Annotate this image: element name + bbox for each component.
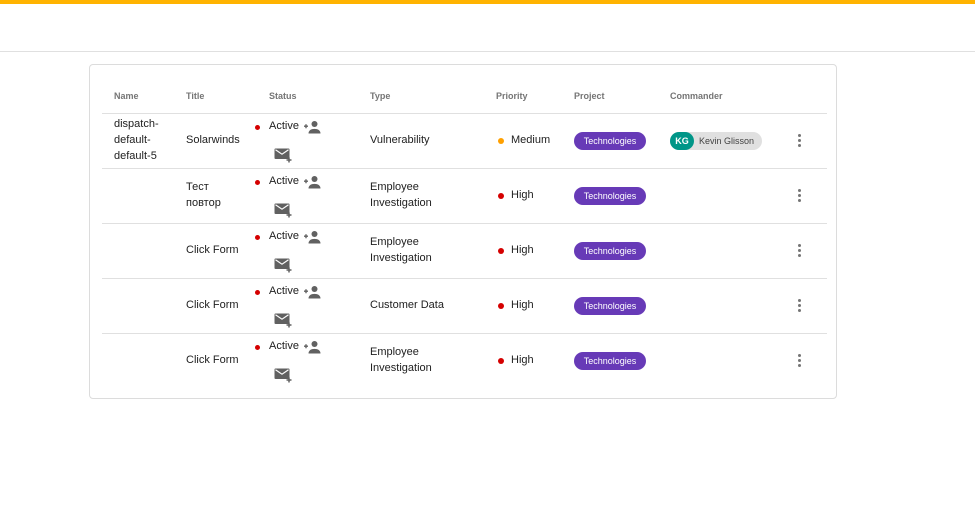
incident-title-line: повтор — [186, 197, 221, 209]
status-dot — [255, 235, 260, 240]
incident-type-line: Investigation — [370, 252, 432, 264]
incident-type-line: Employee — [370, 346, 419, 358]
avatar: KG — [670, 132, 694, 150]
incident-name-line: dispatch- — [114, 118, 159, 130]
project-chip[interactable]: Technologies — [574, 132, 646, 150]
incident-title-line: Click Form — [186, 244, 239, 256]
mail-add-icon[interactable] — [274, 313, 293, 333]
incident-title-line: Click Form — [186, 354, 239, 366]
status-label: Active — [269, 285, 299, 297]
table-row[interactable]: dispatch-default-default-5 Solarwinds Acti… — [102, 113, 827, 169]
table-header: Name Title Status Type Priority Project … — [102, 65, 827, 114]
priority-dot — [498, 138, 504, 144]
incident-type: Employee Investigation — [370, 179, 432, 211]
person-add-icon[interactable] — [303, 120, 321, 139]
priority-dot — [498, 358, 504, 364]
status-label: Active — [269, 175, 299, 187]
status-dot — [255, 125, 260, 130]
project-chip[interactable]: Technologies — [574, 242, 646, 260]
incident-type: Employee Investigation — [370, 234, 432, 266]
header-priority[interactable]: Priority — [496, 91, 528, 101]
person-add-icon[interactable] — [303, 340, 321, 359]
app-header — [0, 4, 975, 52]
incident-type-line: Investigation — [370, 362, 432, 374]
table-row[interactable]: Click Form Active Employee Investigation Hig… — [102, 333, 827, 388]
incident-type: Vulnerability — [370, 132, 430, 148]
project-chip[interactable]: Technologies — [574, 352, 646, 370]
mail-add-icon[interactable] — [274, 203, 293, 223]
person-add-icon[interactable] — [303, 230, 321, 249]
incident-name-line: default-5 — [114, 150, 157, 162]
status-dot — [255, 180, 260, 185]
priority-label: High — [511, 354, 534, 366]
header-name[interactable]: Name — [114, 91, 139, 101]
incident-title: Click Form — [186, 352, 239, 368]
incident-type-line: Investigation — [370, 197, 432, 209]
incidents-table-card: Name Title Status Type Priority Project … — [89, 64, 837, 399]
status-label: Active — [269, 120, 299, 132]
header-status[interactable]: Status — [269, 91, 297, 101]
table-row[interactable]: Click Form Active Customer Data High Technol… — [102, 278, 827, 334]
commander-name: Kevin Glisson — [699, 136, 755, 146]
more-vert-icon[interactable] — [794, 353, 804, 369]
more-vert-icon[interactable] — [794, 243, 804, 259]
incident-title-line: Solarwinds — [186, 134, 240, 146]
priority-label: High — [511, 189, 534, 201]
header-project[interactable]: Project — [574, 91, 605, 101]
incident-name-line: default- — [114, 134, 151, 146]
status-label: Active — [269, 230, 299, 242]
header-title[interactable]: Title — [186, 91, 204, 101]
incident-type-line: Employee — [370, 181, 419, 193]
incident-title: Click Form — [186, 242, 239, 258]
table-row[interactable]: Тест повтор Active Employee Investigation Hig… — [102, 168, 827, 224]
project-chip[interactable]: Technologies — [574, 297, 646, 315]
mail-add-icon[interactable] — [274, 368, 293, 388]
incident-name[interactable]: dispatch-default-default-5 — [114, 116, 159, 164]
more-vert-icon[interactable] — [794, 188, 804, 204]
incident-title-line: Тест — [186, 181, 209, 193]
status-label: Active — [269, 340, 299, 352]
priority-dot — [498, 303, 504, 309]
incident-title: Click Form — [186, 297, 239, 313]
priority-label: High — [511, 244, 534, 256]
project-chip[interactable]: Technologies — [574, 187, 646, 205]
priority-label: High — [511, 299, 534, 311]
priority-dot — [498, 248, 504, 254]
commander-chip[interactable]: KG Kevin Glisson — [670, 132, 762, 150]
incident-type-line: Vulnerability — [370, 134, 430, 146]
priority-label: Medium — [511, 134, 551, 146]
table-row[interactable]: Click Form Active Employee Investigation Hig… — [102, 223, 827, 279]
header-type[interactable]: Type — [370, 91, 390, 101]
person-add-icon[interactable] — [303, 175, 321, 194]
mail-add-icon[interactable] — [274, 258, 293, 278]
incident-type: Customer Data — [370, 297, 444, 313]
person-add-icon[interactable] — [303, 285, 321, 304]
status-dot — [255, 345, 260, 350]
incident-type-line: Employee — [370, 236, 419, 248]
header-commander[interactable]: Commander — [670, 91, 723, 101]
incident-type-line: Customer Data — [370, 299, 444, 311]
incident-type: Employee Investigation — [370, 344, 432, 376]
incident-title: Solarwinds — [186, 132, 240, 148]
status-dot — [255, 290, 260, 295]
priority-dot — [498, 193, 504, 199]
incident-title-line: Click Form — [186, 299, 239, 311]
more-vert-icon[interactable] — [794, 298, 804, 314]
mail-add-icon[interactable] — [274, 148, 293, 168]
more-vert-icon[interactable] — [794, 133, 804, 149]
incident-title: Тест повтор — [186, 179, 221, 211]
